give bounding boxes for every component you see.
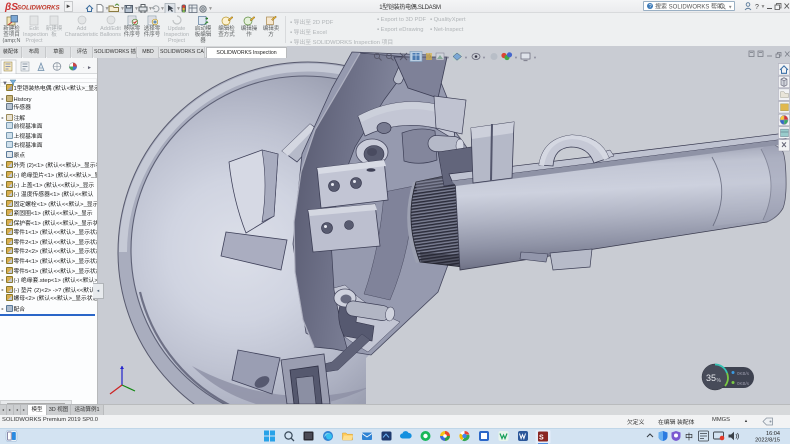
svg-text:▼: ▼ [464,55,468,60]
svg-text:35: 35 [706,373,716,383]
svg-text:▼: ▼ [533,55,537,60]
svg-text:0KB/s: 0KB/s [737,371,750,376]
svg-text:?: ? [755,4,759,11]
svg-text:▼: ▼ [120,6,125,12]
svg-text:▼: ▼ [728,5,732,10]
svg-text:?: ? [649,4,652,10]
svg-text:2022/8/15: 2022/8/15 [755,438,780,444]
svg-text:▼: ▼ [446,55,450,60]
svg-text:16:04: 16:04 [766,431,780,437]
svg-text:►: ► [87,65,92,71]
svg-text:SOLIDWORKS: SOLIDWORKS [17,5,60,12]
svg-text:S: S [539,435,544,442]
svg-text:▼: ▼ [176,6,181,12]
svg-text:%: % [717,378,722,384]
svg-text:·: · [83,65,85,71]
svg-text:▼: ▼ [514,55,518,60]
svg-text:▼: ▼ [761,4,766,10]
svg-text:▼: ▼ [160,6,165,12]
svg-text:▼: ▼ [482,55,486,60]
svg-text:搜索 SOLIDWORKS 帮助: 搜索 SOLIDWORKS 帮助 [655,3,723,11]
svg-text:▼: ▼ [134,6,139,12]
svg-text:中: 中 [685,432,693,442]
svg-text:0KB/s: 0KB/s [737,381,750,386]
svg-text:▼: ▼ [208,6,213,12]
svg-text:▼: ▼ [148,6,153,12]
